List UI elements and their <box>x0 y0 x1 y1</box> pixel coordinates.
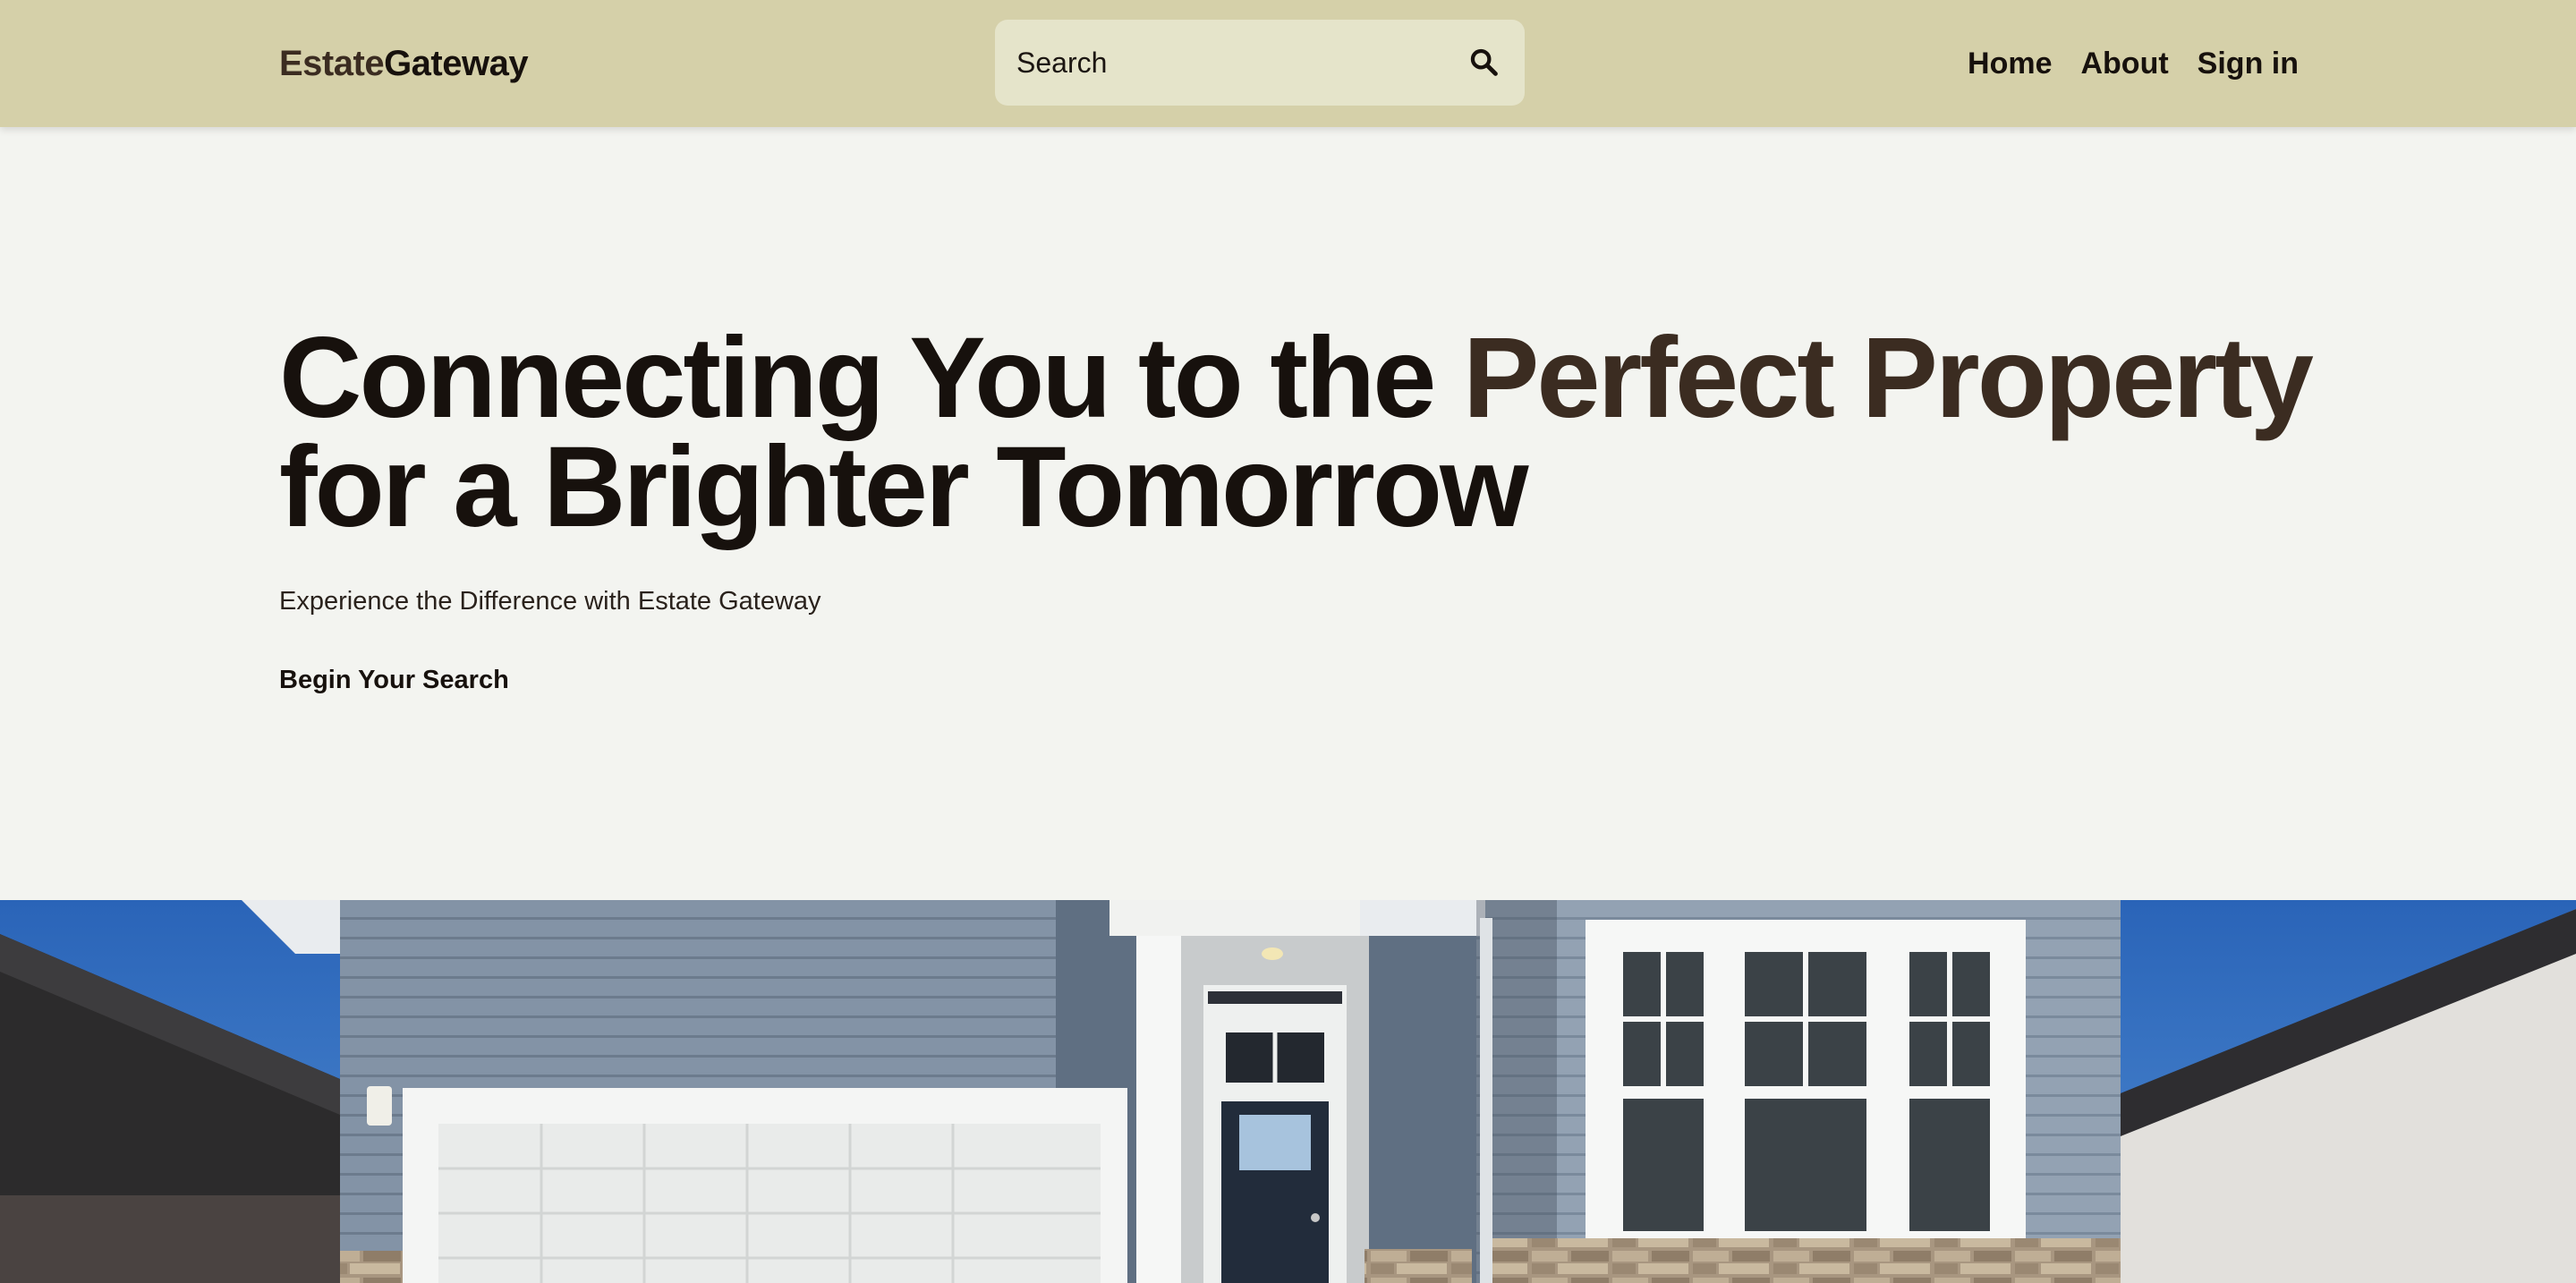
logo-gateway: Gateway <box>384 44 529 83</box>
search-bar <box>995 20 1525 106</box>
search-button[interactable] <box>1462 41 1505 84</box>
nav-about[interactable]: About <box>2080 41 2168 86</box>
house-photo <box>0 900 2576 1283</box>
begin-search-link[interactable]: Begin Your Search <box>279 662 509 698</box>
main-nav: Home About Sign in <box>1968 41 2299 86</box>
hero-subtitle: Experience the Difference with Estate Ga… <box>279 587 821 616</box>
hero-title-part2: for a Brighter Tomorrow <box>279 423 1529 551</box>
site-header: EstateGateway Home About Sign in <box>0 0 2576 127</box>
logo-estate: Estate <box>279 44 385 83</box>
hero-title-accent: Perfect Property <box>1462 314 2314 442</box>
nav-home[interactable]: Home <box>1968 41 2052 86</box>
site-logo[interactable]: EstateGateway <box>279 41 529 86</box>
search-input[interactable] <box>1016 36 1462 89</box>
hero-title: Connecting You to the Perfect Property f… <box>279 321 2337 545</box>
search-icon <box>1468 47 1499 80</box>
nav-sign-in[interactable]: Sign in <box>2198 41 2299 86</box>
